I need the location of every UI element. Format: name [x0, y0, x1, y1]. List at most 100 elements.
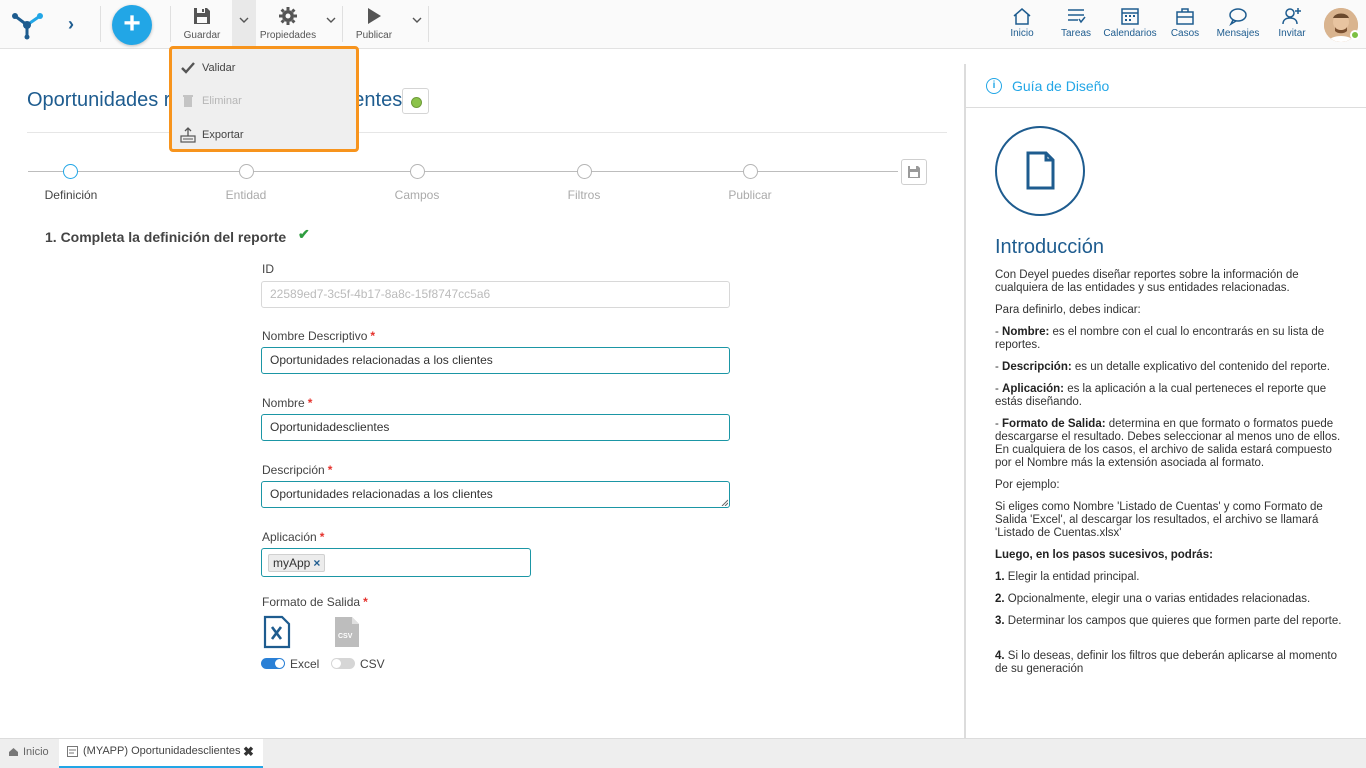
panel-bold-text: Luego, en los pasos sucesivos, podrás:	[995, 549, 1213, 561]
excel-toggle[interactable]	[261, 658, 285, 669]
nav-casos[interactable]: Casos	[1169, 6, 1201, 46]
top-toolbar: › + Guardar Propiedades Publicar Inicio …	[0, 0, 1366, 49]
aplicacion-tag-label: myApp	[273, 556, 311, 570]
step-circle-entidad[interactable]	[239, 164, 254, 179]
properties-label: Propiedades	[259, 30, 317, 41]
menu-item-eliminar: Eliminar	[180, 90, 242, 112]
menu-item-exportar[interactable]: Exportar	[180, 124, 244, 146]
aplicacion-input[interactable]: myApp ×	[261, 548, 531, 577]
check-icon: ✔	[298, 226, 310, 242]
step-label-campos[interactable]: Campos	[357, 188, 477, 202]
step-label-definicion[interactable]: Definición	[11, 188, 131, 202]
chat-bubble-icon	[1229, 8, 1247, 26]
document-glyph	[1026, 151, 1055, 190]
tasks-icon	[1068, 9, 1086, 24]
add-user-icon	[1282, 8, 1301, 25]
nav-mensajes-label: Mensajes	[1216, 28, 1260, 39]
nav-mensajes[interactable]: Mensajes	[1216, 6, 1260, 46]
panel-paragraph: Para definirlo, debes indicar:	[995, 304, 1141, 316]
step-label-publicar[interactable]: Publicar	[690, 188, 810, 202]
excel-file-icon[interactable]	[263, 615, 291, 649]
bullet: -	[995, 383, 1003, 395]
term: Aplicación:	[1002, 383, 1065, 395]
descripcion-label-text: Descripción	[262, 463, 325, 477]
chevron-down-icon[interactable]	[325, 14, 337, 26]
remove-tag-icon[interactable]: ×	[313, 556, 320, 570]
menu-item-validar-label: Validar	[202, 62, 236, 74]
required-mark: *	[319, 530, 325, 544]
bullet: -	[995, 418, 1003, 430]
panel-item-formato: - Formato de Salida: determina en que fo…	[995, 418, 1345, 470]
deyel-logo-icon[interactable]	[10, 8, 44, 40]
chevron-right-icon[interactable]: ›	[68, 14, 74, 35]
descripcion-textarea[interactable]: Oportunidades relacionadas a los cliente…	[261, 481, 730, 508]
required-mark: *	[370, 329, 376, 343]
trash-icon	[183, 95, 193, 107]
publish-button[interactable]: Publicar	[350, 4, 398, 44]
menu-item-validar[interactable]: Validar	[180, 57, 235, 79]
formato-label-text: Formato de Salida	[262, 595, 361, 609]
step-circle-filtros[interactable]	[577, 164, 592, 179]
nav-calendarios-label: Calendarios	[1103, 28, 1157, 39]
page-title-start: Oportunidades r	[27, 89, 171, 111]
bottom-tab-inicio[interactable]: Inicio	[8, 746, 49, 758]
step-save-button[interactable]	[901, 159, 927, 185]
design-guide-panel: i Guía de Diseño Introducción Con Deyel …	[964, 64, 1366, 738]
id-label: ID	[262, 262, 274, 276]
menu-item-exportar-label: Exportar	[202, 129, 244, 141]
step-text: Elegir la entidad principal.	[1004, 571, 1140, 583]
step-circle-campos[interactable]	[410, 164, 425, 179]
resize-handle-icon[interactable]	[721, 499, 728, 506]
new-button[interactable]: +	[112, 5, 152, 45]
properties-button[interactable]: Propiedades	[258, 4, 318, 44]
definition: es un detalle explicativo del contenido …	[1071, 361, 1330, 373]
panel-paragraph: Por ejemplo:	[995, 479, 1060, 491]
export-icon	[180, 127, 196, 143]
nav-invitar[interactable]: Invitar	[1276, 6, 1308, 46]
excel-label: Excel	[290, 657, 320, 671]
chevron-down-icon[interactable]	[411, 14, 423, 26]
id-field[interactable]: 22589ed7-3c5f-4b17-8a8c-15f8747cc5a6	[261, 281, 730, 308]
nav-tareas[interactable]: Tareas	[1058, 6, 1094, 46]
nombre-descriptivo-label-text: Nombre Descriptivo	[262, 329, 368, 343]
gear-icon	[279, 7, 297, 25]
step-circle-publicar[interactable]	[743, 164, 758, 179]
status-indicator[interactable]	[402, 88, 429, 114]
divider	[428, 6, 429, 42]
close-icon[interactable]: ✖	[243, 744, 254, 760]
nav-casos-label: Casos	[1170, 28, 1200, 39]
step-text: Determinar los campos que quieres que fo…	[1004, 615, 1342, 627]
save-dropdown-toggle[interactable]	[232, 0, 256, 46]
toggle-knob	[332, 659, 341, 668]
required-mark: *	[363, 595, 368, 609]
nombre-descriptivo-label: Nombre Descriptivo *	[262, 329, 375, 343]
step-number: 4.	[995, 650, 1005, 662]
step-label-entidad[interactable]: Entidad	[186, 188, 306, 202]
step-label-filtros[interactable]: Filtros	[524, 188, 644, 202]
required-mark: *	[307, 396, 313, 410]
panel-step-3: 3. Determinar los campos que quieres que…	[995, 615, 1345, 628]
step-circle-definicion[interactable]	[63, 164, 78, 179]
panel-step-2: 2. Opcionalmente, elegir una o varias en…	[995, 593, 1345, 606]
bullet: -	[995, 361, 1003, 373]
nombre-descriptivo-field[interactable]: Oportunidades relacionadas a los cliente…	[261, 347, 730, 374]
step-number: 1.	[995, 571, 1005, 583]
document-icon	[995, 126, 1085, 216]
required-mark: *	[327, 463, 333, 477]
nav-inicio[interactable]: Inicio	[1006, 6, 1038, 46]
save-icon	[908, 166, 920, 178]
csv-toggle[interactable]	[331, 658, 355, 669]
nav-calendarios[interactable]: Calendarios	[1103, 6, 1157, 46]
divider	[100, 6, 101, 42]
nombre-field[interactable]: Oportunidadesclientes	[261, 414, 730, 441]
bottom-tab-bar: Inicio (MYAPP) Oportunidadesclientes ✖	[0, 738, 1366, 768]
csv-file-icon[interactable]: CSV	[333, 615, 361, 649]
save-button[interactable]: Guardar	[178, 4, 226, 44]
menu-item-eliminar-label: Eliminar	[202, 95, 242, 107]
divider	[170, 6, 171, 42]
stepper-track	[28, 171, 898, 172]
csv-label: CSV	[360, 657, 385, 671]
panel-item-aplicacion: - Aplicación: es la aplicación a la cual…	[995, 383, 1345, 409]
bottom-tab-report[interactable]: (MYAPP) Oportunidadesclientes ✖	[59, 739, 263, 768]
section-title: 1. Completa la definición del reporte	[45, 229, 287, 245]
